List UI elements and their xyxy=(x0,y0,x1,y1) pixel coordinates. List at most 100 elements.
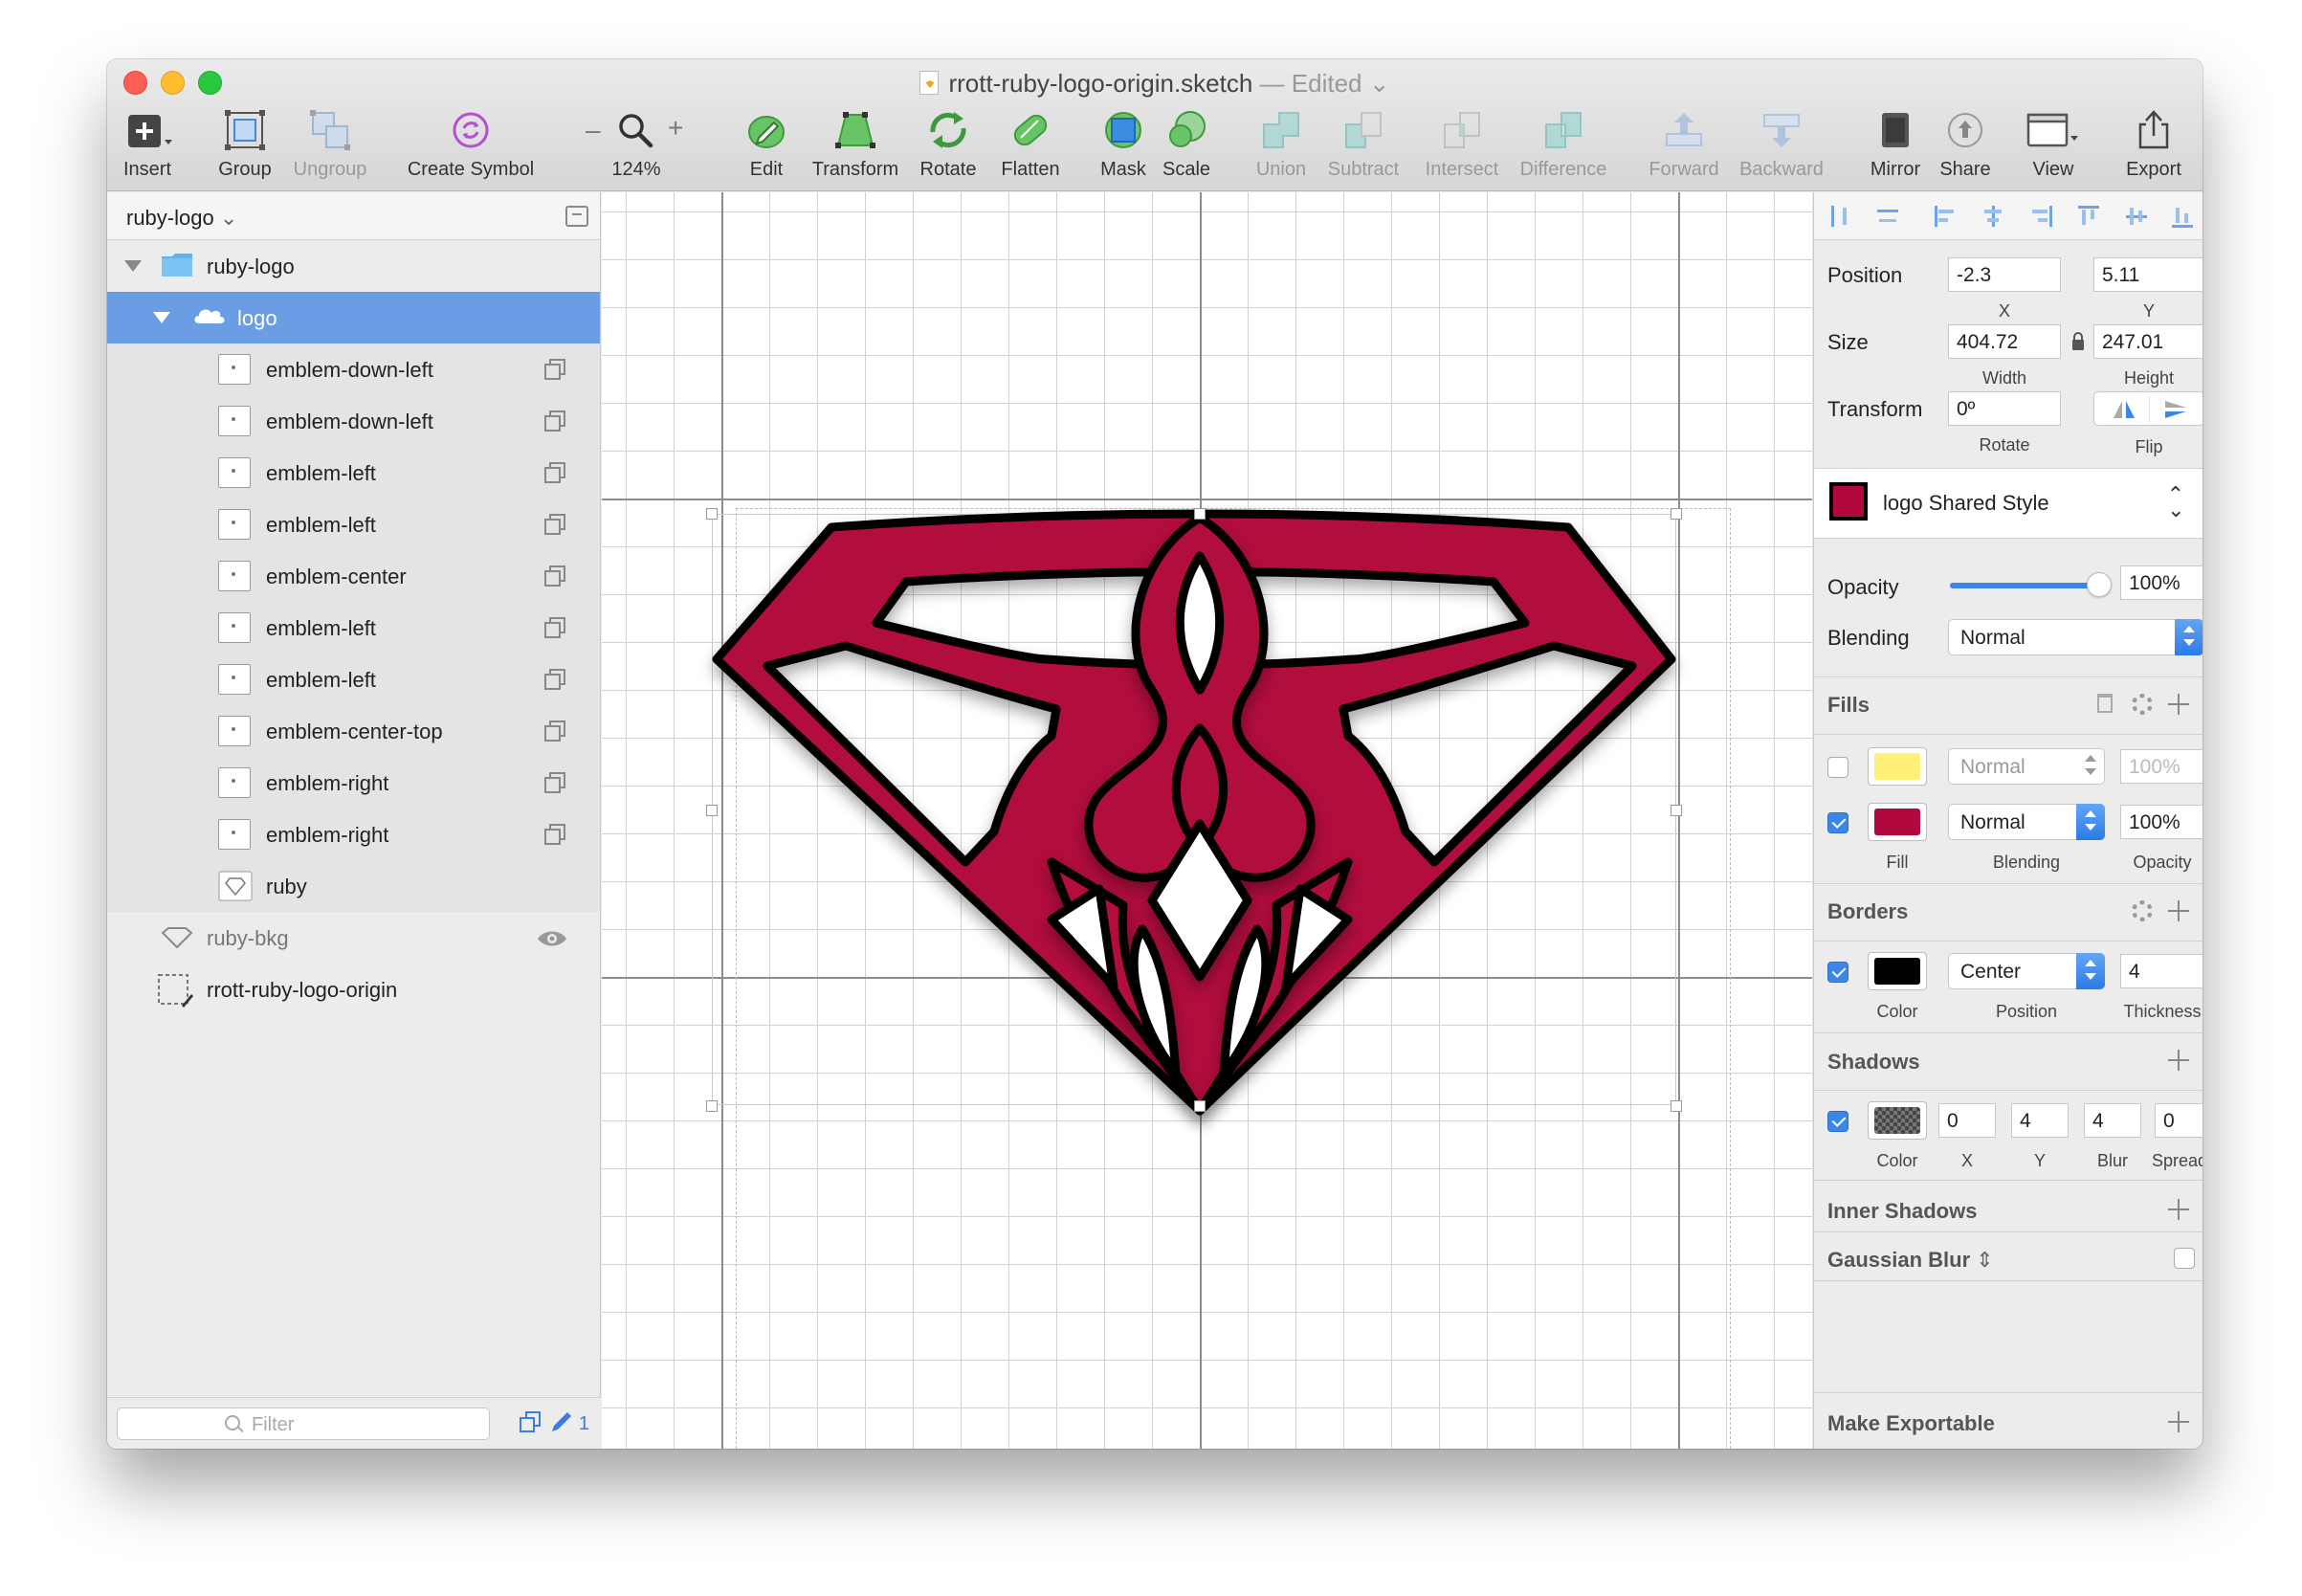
difference-button[interactable]: Difference xyxy=(1514,109,1613,181)
border-checkbox[interactable] xyxy=(1827,962,1848,983)
align-top-icon[interactable] xyxy=(2076,204,2101,229)
intersect-button[interactable]: Intersect xyxy=(1414,109,1510,181)
add-export-icon[interactable] xyxy=(2168,1411,2189,1432)
height-input[interactable]: 247.01 xyxy=(2093,324,2202,359)
add-fill-icon[interactable] xyxy=(2168,694,2189,715)
resize-handle[interactable] xyxy=(706,805,718,816)
x-input[interactable]: -2.3 xyxy=(1948,257,2061,292)
zoom-out-button[interactable]: – xyxy=(586,115,601,145)
collapse-pages-icon[interactable] xyxy=(565,206,588,227)
resize-handle[interactable] xyxy=(1671,1100,1682,1112)
shadow-blur-input[interactable]: 4 xyxy=(2084,1103,2141,1138)
resize-handle[interactable] xyxy=(1671,508,1682,520)
align-horizontal-center-icon[interactable] xyxy=(1981,204,2005,229)
resize-handle[interactable] xyxy=(706,1100,718,1112)
shadow-color-well[interactable] xyxy=(1868,1101,1927,1140)
boolean-operation-icon[interactable] xyxy=(544,565,565,587)
transform-button[interactable]: Transform xyxy=(806,109,905,181)
boolean-operation-icon[interactable] xyxy=(544,824,565,845)
window-title[interactable]: rrott-ruby-logo-origin.sketch — Edited ⌄ xyxy=(107,69,2202,99)
gaussian-blur-selector[interactable]: Gaussian Blur ⇕ xyxy=(1814,1232,2202,1280)
align-vertical-center-icon[interactable] xyxy=(2124,204,2149,229)
layer-row-emblem[interactable]: emblem-left xyxy=(107,499,600,550)
layer-row-emblem[interactable]: emblem-center xyxy=(107,550,600,602)
boolean-operation-icon[interactable] xyxy=(544,617,565,638)
fill-2-color-well[interactable] xyxy=(1868,803,1927,841)
shadow-spread-input[interactable]: 0 xyxy=(2155,1103,2202,1138)
fill-1-blending-select[interactable]: Normal xyxy=(1948,748,2105,785)
layer-row-ruby-logo[interactable]: ruby-logo xyxy=(107,240,600,292)
y-input[interactable]: 5.11 xyxy=(2093,257,2202,292)
layer-row-emblem[interactable]: emblem-center-top xyxy=(107,705,600,757)
layer-row-emblem[interactable]: emblem-down-left xyxy=(107,395,600,447)
page-selector[interactable]: ruby-logo ⌄ xyxy=(107,192,600,240)
opacity-input[interactable]: 100% xyxy=(2120,565,2202,600)
fill-2-opacity-input[interactable]: 100% xyxy=(2120,805,2202,839)
add-inner-shadow-icon[interactable] xyxy=(2168,1199,2189,1220)
subtract-button[interactable]: Subtract xyxy=(1320,109,1406,181)
boolean-operation-icon[interactable] xyxy=(544,772,565,793)
width-input[interactable]: 404.72 xyxy=(1948,324,2061,359)
shadow-checkbox[interactable] xyxy=(1827,1111,1848,1132)
mask-button[interactable]: Mask xyxy=(1096,109,1150,181)
boolean-operation-icon[interactable] xyxy=(544,720,565,742)
disclosure-triangle-icon[interactable] xyxy=(153,312,170,323)
layer-row-ruby-bkg[interactable]: ruby-bkg xyxy=(107,912,600,964)
fill-2-checkbox[interactable] xyxy=(1827,812,1848,833)
insert-button[interactable]: Insert xyxy=(119,109,176,181)
fill-1-checkbox[interactable] xyxy=(1827,757,1848,778)
boolean-operation-icon[interactable] xyxy=(544,669,565,690)
layer-row-artboard[interactable]: rrott-ruby-logo-origin xyxy=(107,964,600,1015)
flip-horizontal-icon[interactable] xyxy=(2112,399,2136,420)
layer-row-ruby[interactable]: ruby xyxy=(107,860,600,912)
shared-style-selector[interactable]: logo Shared Style ⌃ ⌃ xyxy=(1814,469,2202,538)
align-left-icon[interactable] xyxy=(1933,204,1958,229)
gear-icon[interactable] xyxy=(2132,900,2153,921)
align-bottom-icon[interactable] xyxy=(2170,204,2195,229)
resize-handle[interactable] xyxy=(1671,805,1682,816)
disclosure-triangle-icon[interactable] xyxy=(124,260,142,272)
slices-filter-icon[interactable] xyxy=(548,1410,573,1433)
fill-1-color-well[interactable] xyxy=(1868,747,1927,786)
resize-handle[interactable] xyxy=(1194,508,1206,520)
lock-icon[interactable] xyxy=(2070,332,2086,351)
create-symbol-button[interactable]: Create Symbol xyxy=(402,109,540,181)
blending-select[interactable]: Normal xyxy=(1948,619,2202,655)
distribute-vertical-icon[interactable] xyxy=(1875,204,1900,229)
eye-icon[interactable] xyxy=(537,929,567,948)
backward-button[interactable]: Backward xyxy=(1734,109,1829,181)
rotate-button[interactable]: Rotate xyxy=(915,109,982,181)
resize-handle[interactable] xyxy=(706,508,718,520)
layer-row-emblem[interactable]: emblem-left xyxy=(107,602,600,654)
border-color-well[interactable] xyxy=(1868,952,1927,990)
rotate-input[interactable]: 0º xyxy=(1948,391,2061,426)
zoom-in-button[interactable]: + xyxy=(668,113,683,144)
opacity-slider-knob[interactable] xyxy=(2087,572,2112,597)
edit-button[interactable]: Edit xyxy=(742,109,790,181)
shadow-y-input[interactable]: 4 xyxy=(2011,1103,2069,1138)
layer-row-logo[interactable]: logo xyxy=(107,292,600,344)
scale-button[interactable]: Scale xyxy=(1158,109,1215,181)
fill-2-blending-select[interactable]: Normal xyxy=(1948,804,2105,840)
opacity-slider[interactable] xyxy=(1950,572,2112,597)
flatten-button[interactable]: Flatten xyxy=(993,109,1068,181)
boolean-operation-icon[interactable] xyxy=(544,359,565,380)
border-position-select[interactable]: Center xyxy=(1948,953,2105,989)
layer-row-emblem[interactable]: emblem-right xyxy=(107,757,600,809)
symbols-filter-icon[interactable] xyxy=(519,1410,543,1433)
gaussian-blur-checkbox[interactable] xyxy=(2174,1248,2195,1269)
layer-row-emblem[interactable]: emblem-left xyxy=(107,654,600,705)
layer-row-emblem[interactable]: emblem-right xyxy=(107,809,600,860)
distribute-horizontal-icon[interactable] xyxy=(1827,204,1852,229)
filter-input[interactable]: Filter xyxy=(117,1408,490,1440)
add-border-icon[interactable] xyxy=(2168,900,2189,921)
boolean-operation-icon[interactable] xyxy=(544,514,565,535)
align-right-icon[interactable] xyxy=(2028,204,2053,229)
share-button[interactable]: Share xyxy=(1937,109,1994,181)
union-button[interactable]: Union xyxy=(1251,109,1311,181)
border-thickness-input[interactable]: 4 xyxy=(2120,954,2202,988)
canvas[interactable] xyxy=(602,192,1812,1449)
boolean-operation-icon[interactable] xyxy=(544,410,565,432)
mirror-button[interactable]: Mirror xyxy=(1866,109,1925,181)
forward-button[interactable]: Forward xyxy=(1644,109,1724,181)
